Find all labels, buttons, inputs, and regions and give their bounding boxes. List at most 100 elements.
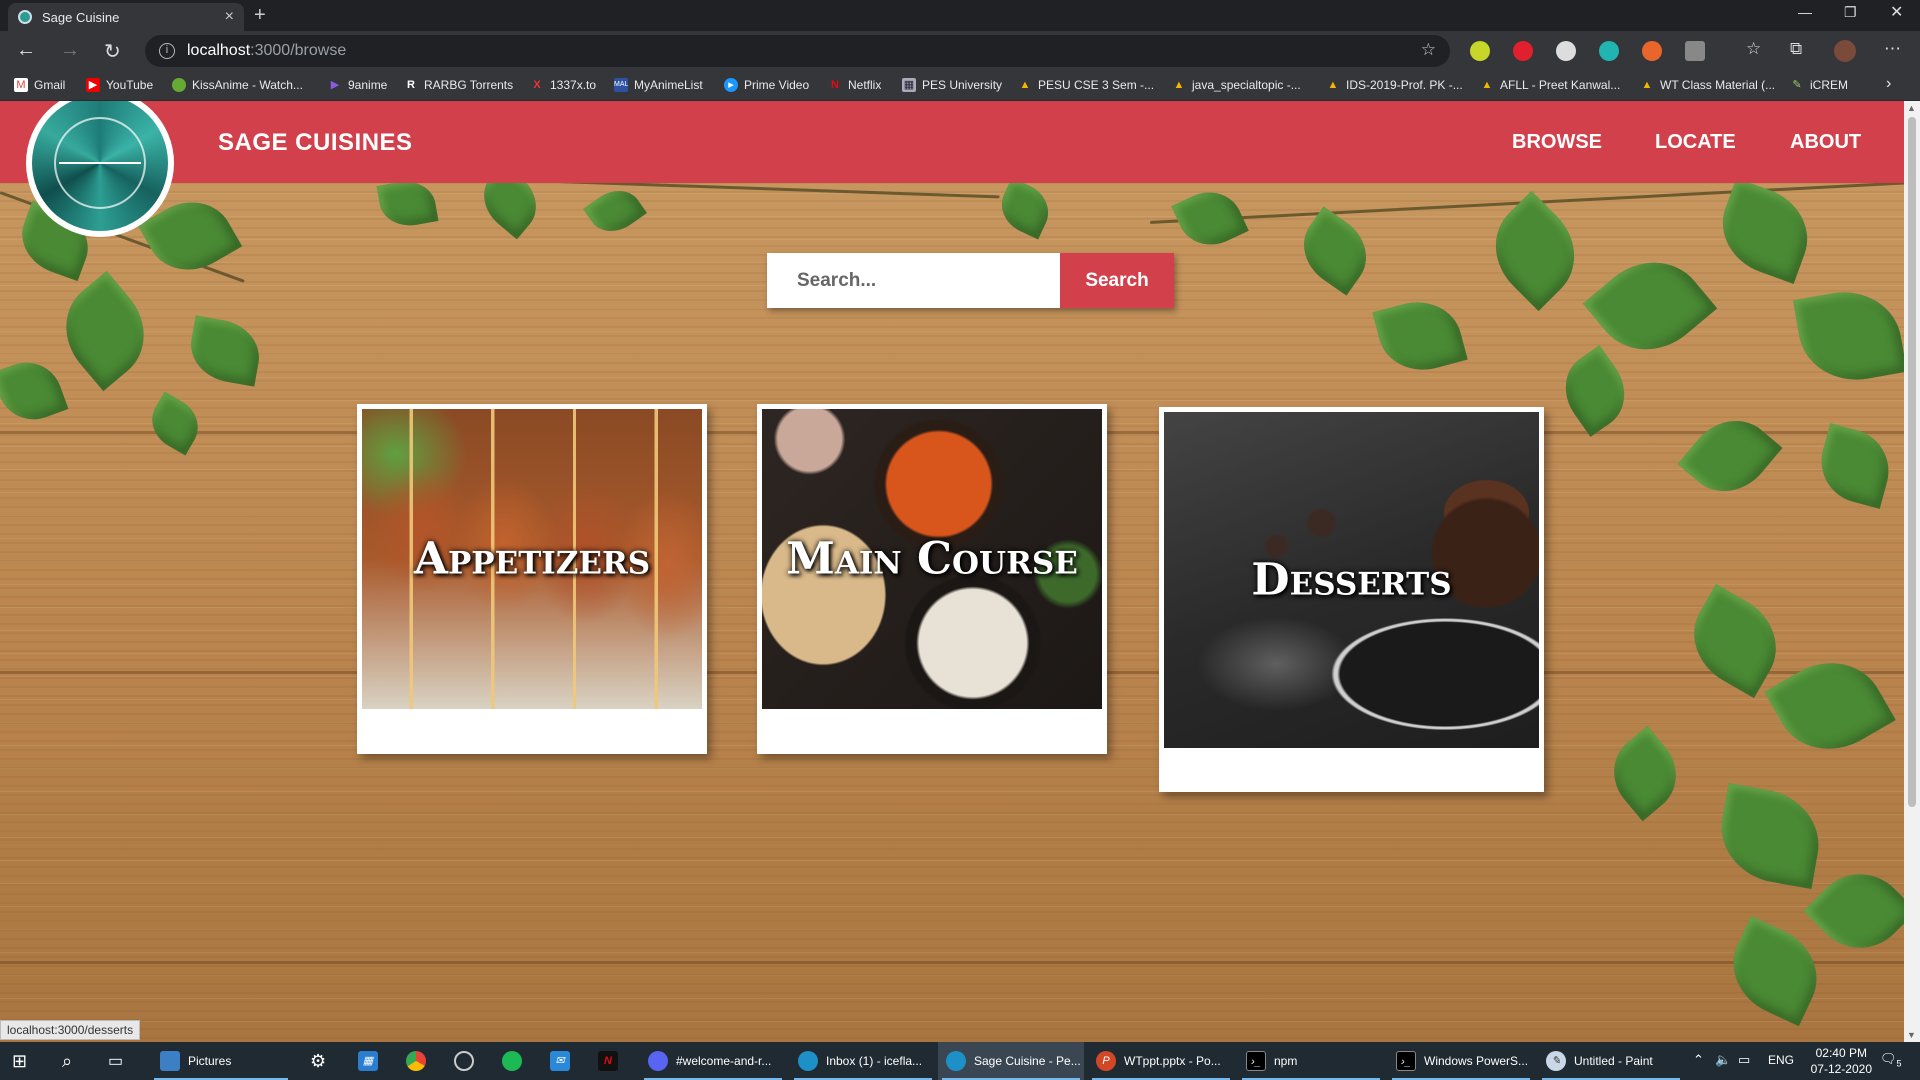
appetizers-image: Appetizers	[362, 409, 702, 709]
chrome-icon[interactable]	[406, 1042, 434, 1080]
discord-icon	[648, 1051, 668, 1071]
bookmark-afll[interactable]: ▲ AFLL - Preet Kanwal...	[1480, 78, 1621, 92]
collections-icon[interactable]: ⧉	[1790, 39, 1802, 59]
kissanime-icon	[172, 78, 186, 92]
wood-plank-seam	[0, 961, 1904, 964]
language-indicator[interactable]: ENG	[1768, 1053, 1794, 1067]
close-window-icon[interactable]: ✕	[1890, 2, 1903, 22]
bookmark-myanimelist[interactable]: MAL MyAnimeList	[614, 78, 703, 92]
notification-count: 5	[1896, 1058, 1902, 1069]
bookmark-icrem[interactable]: ✎ iCREM	[1790, 78, 1848, 92]
bookmark-netflix[interactable]: N Netflix	[828, 78, 881, 92]
bookmark-ids-2019[interactable]: ▲ IDS-2019-Prof. PK -...	[1326, 78, 1463, 92]
extension-icon[interactable]	[1556, 41, 1576, 61]
bookmark-java-specialtopic[interactable]: ▲ java_specialtopic -...	[1172, 78, 1301, 92]
nav-locate[interactable]: LOCATE	[1655, 131, 1736, 154]
taskbar-edge-inbox[interactable]: Inbox (1) - icefla...	[790, 1042, 936, 1080]
extension-icon[interactable]	[1513, 41, 1533, 61]
terminal-icon: ›_	[1396, 1051, 1416, 1071]
taskbar-pictures[interactable]: Pictures	[150, 1042, 292, 1080]
google-drive-icon: ▲	[1481, 79, 1493, 91]
terminal-icon: ›_	[1246, 1051, 1266, 1071]
profile-avatar[interactable]	[1834, 40, 1856, 62]
bookmark-primevideo[interactable]: ▸ Prime Video	[724, 78, 809, 92]
notifications-icon[interactable]: 🗨5	[1880, 1051, 1902, 1069]
site-favicon-icon	[18, 10, 32, 24]
back-icon[interactable]: ←	[16, 39, 36, 62]
netflix-app-icon[interactable]: N	[598, 1042, 626, 1080]
scrollbar-thumb[interactable]	[1908, 117, 1916, 807]
scroll-up-arrow-icon[interactable]: ▲	[1907, 103, 1916, 113]
restore-icon[interactable]: ❐	[1844, 4, 1857, 21]
bookmark-gmail[interactable]: M Gmail	[14, 78, 65, 92]
taskbar-powershell[interactable]: ›_ Windows PowerS...	[1388, 1042, 1534, 1080]
google-drive-icon: ▲	[1019, 79, 1031, 91]
extension-icon[interactable]	[1642, 41, 1662, 61]
status-bar-link-preview: localhost:3000/desserts	[0, 1020, 141, 1040]
task-view-icon[interactable]: ▭	[108, 1042, 123, 1080]
favorites-icon[interactable]: ☆	[1746, 39, 1761, 59]
spotify-icon[interactable]	[502, 1042, 530, 1080]
site-navbar: SAGE CUISINES BROWSE LOCATE ABOUT	[0, 101, 1904, 237]
taskbar-paint[interactable]: ✎ Untitled - Paint	[1538, 1042, 1684, 1080]
obs-icon[interactable]	[454, 1042, 482, 1080]
taskbar-npm[interactable]: ›_ npm	[1238, 1042, 1384, 1080]
scroll-down-arrow-icon[interactable]: ▼	[1907, 1030, 1916, 1040]
page-scrollbar[interactable]: ▲ ▼	[1904, 101, 1920, 1042]
pes-icon: ▦	[902, 78, 916, 92]
reload-icon[interactable]: ↻	[104, 39, 121, 64]
new-tab-icon[interactable]: +	[254, 4, 266, 27]
browser-toolbar: ← → ↻ i localhost:3000/browse ☆ ☆ ⧉ ⋯	[0, 31, 1920, 71]
taskbar-discord[interactable]: #welcome-and-r...	[640, 1042, 786, 1080]
forward-icon[interactable]: →	[60, 39, 80, 62]
address-bar[interactable]: i localhost:3000/browse ☆	[145, 35, 1450, 67]
bookmark-rarbg[interactable]: R RARBG Torrents	[404, 78, 513, 92]
category-label: Desserts	[1251, 554, 1452, 606]
bookmark-star-icon[interactable]: ☆	[1421, 40, 1436, 60]
category-label: Appetizers	[413, 533, 651, 585]
clock-time: 02:40 PM	[1815, 1046, 1867, 1060]
category-card-desserts[interactable]: Desserts	[1159, 407, 1544, 792]
outlook-icon[interactable]: ▦	[358, 1042, 386, 1080]
volume-icon[interactable]: 🔈	[1715, 1052, 1731, 1068]
tray-chevron-icon[interactable]: ⌃	[1693, 1052, 1704, 1068]
mail-icon[interactable]: ✉	[550, 1042, 578, 1080]
rarbg-icon: R	[407, 79, 415, 91]
settings-gear-icon[interactable]: ⚙	[310, 1042, 326, 1080]
bookmarks-overflow-chevron-icon[interactable]: ›	[1886, 75, 1891, 93]
category-card-appetizers[interactable]: Appetizers	[357, 404, 707, 754]
clock-date: 07-12-2020	[1810, 1062, 1872, 1076]
bookmark-pesu-cse[interactable]: ▲ PESU CSE 3 Sem -...	[1018, 78, 1155, 92]
category-card-main-course[interactable]: Main Course	[757, 404, 1107, 754]
nav-browse[interactable]: BROWSE	[1512, 131, 1602, 154]
browser-tab-active[interactable]: Sage Cuisine ×	[8, 3, 244, 31]
network-icon[interactable]: ▭	[1738, 1052, 1750, 1068]
info-icon[interactable]: i	[159, 43, 175, 59]
search-input[interactable]	[767, 253, 1060, 308]
taskbar-edge-sage-cuisine[interactable]: Sage Cuisine - Pe...	[938, 1042, 1084, 1080]
system-clock[interactable]: 02:40 PM 07-12-2020	[1811, 1045, 1872, 1077]
search-icon[interactable]: ⌕	[62, 1042, 72, 1080]
close-tab-icon[interactable]: ×	[225, 8, 234, 26]
more-menu-icon[interactable]: ⋯	[1884, 39, 1901, 59]
main-course-image: Main Course	[762, 409, 1102, 709]
tab-title: Sage Cuisine	[42, 9, 120, 25]
bookmark-1337x[interactable]: X 1337x.to	[530, 78, 596, 92]
minimize-icon[interactable]: —	[1798, 4, 1812, 20]
bookmark-wt-class[interactable]: ▲ WT Class Material (...	[1640, 78, 1776, 92]
bookmark-kissanime[interactable]: KissAnime - Watch...	[172, 78, 303, 92]
taskbar-powerpoint[interactable]: P WTppt.pptx - Po...	[1088, 1042, 1234, 1080]
nav-about[interactable]: ABOUT	[1790, 131, 1861, 154]
primevideo-icon: ▸	[724, 78, 738, 92]
extension-icon[interactable]	[1470, 41, 1490, 61]
bookmark-9anime[interactable]: ▶ 9anime	[328, 78, 388, 92]
brand-name[interactable]: SAGE CUISINES	[218, 129, 413, 157]
extension-icon[interactable]	[1685, 41, 1705, 61]
bookmark-pes-university[interactable]: ▦ PES University	[902, 78, 1002, 92]
extension-icon[interactable]	[1599, 41, 1619, 61]
google-drive-icon: ▲	[1173, 79, 1185, 91]
logo-emblem-icon	[32, 101, 168, 231]
windows-start-icon[interactable]: ⊞	[12, 1042, 27, 1080]
search-button[interactable]: Search	[1060, 253, 1174, 308]
bookmark-youtube[interactable]: ▶ YouTube	[86, 78, 153, 92]
